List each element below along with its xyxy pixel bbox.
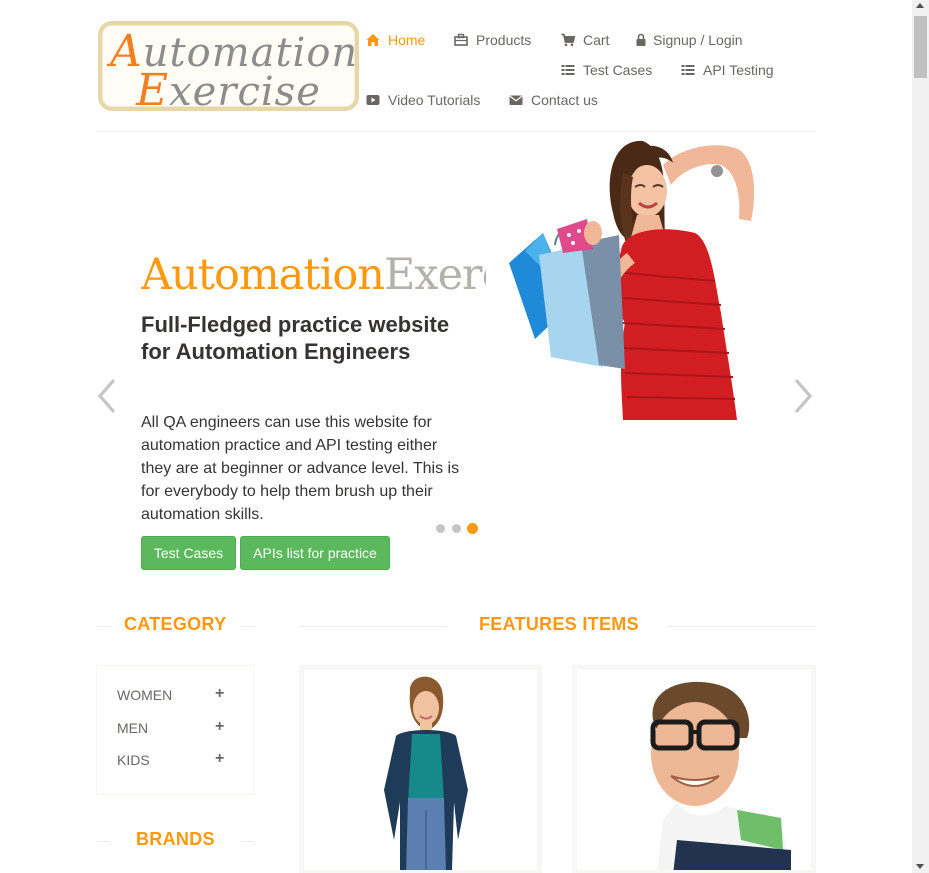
- nav-home[interactable]: Home: [366, 32, 425, 48]
- product-image: [650, 681, 791, 870]
- category-panel: WOMEN + MEN + KIDS +: [96, 665, 254, 795]
- apis-list-button[interactable]: APIs list for practice: [240, 536, 390, 570]
- slider-indicator-3[interactable]: [467, 523, 478, 534]
- category-kids[interactable]: KIDS: [117, 752, 150, 768]
- nav-api-testing[interactable]: API Testing: [681, 62, 774, 78]
- slider-title: AutomationExercise: [141, 250, 486, 300]
- brands-title-line-left: [96, 841, 110, 842]
- cart-icon: [561, 33, 575, 47]
- site-logo[interactable]: Automation Exercise: [98, 21, 359, 116]
- category-title: CATEGORY: [124, 614, 227, 634]
- plus-icon[interactable]: +: [215, 685, 224, 703]
- category-men[interactable]: MEN: [117, 720, 148, 736]
- brands-title-line-right: [240, 841, 254, 842]
- features-title: FEATURES ITEMS: [479, 614, 639, 634]
- slider-indicator-1[interactable]: [436, 524, 445, 533]
- brands-title: BRANDS: [136, 829, 215, 849]
- nav-products-label: Products: [476, 32, 532, 48]
- nav-video-tutorials-label: Video Tutorials: [388, 92, 481, 108]
- test-cases-button[interactable]: Test Cases: [141, 536, 236, 570]
- nav-cart-label: Cart: [583, 32, 610, 48]
- slider-indicator-2[interactable]: [452, 524, 461, 533]
- lock-icon: [636, 33, 646, 46]
- nav-signup-login-label: Signup / Login: [653, 32, 743, 48]
- category-title-line-left: [96, 626, 110, 627]
- slider-description: All QA engineers can use this website fo…: [141, 414, 460, 523]
- product-card: [572, 665, 816, 873]
- list-icon: [681, 65, 695, 75]
- nav-signup-login[interactable]: Signup / Login: [636, 32, 743, 48]
- nav-products[interactable]: Products: [454, 32, 531, 48]
- chevron-left-icon[interactable]: [94, 378, 124, 414]
- logo-line-2: Exercise: [136, 65, 321, 116]
- product-card: [299, 665, 542, 873]
- products-icon: [454, 33, 468, 46]
- nav-cart[interactable]: Cart: [561, 32, 609, 48]
- product-image: [384, 676, 468, 870]
- slider-hero-image: [509, 140, 755, 420]
- features-title-line-left: [299, 626, 447, 627]
- category-women[interactable]: WOMEN: [117, 687, 172, 703]
- plus-icon[interactable]: +: [215, 750, 224, 768]
- plus-icon[interactable]: +: [215, 718, 224, 736]
- slider-heading: Full-Fledged practice website for Automa…: [141, 312, 450, 364]
- nav-contact-us[interactable]: Contact us: [509, 92, 598, 108]
- nav-video-tutorials[interactable]: Video Tutorials: [366, 92, 480, 108]
- envelope-icon: [509, 95, 523, 105]
- nav-home-label: Home: [388, 32, 426, 48]
- header-divider: [96, 131, 816, 132]
- scroll-up-arrow-icon[interactable]: [916, 3, 924, 8]
- category-title-line-right: [240, 626, 254, 627]
- video-icon: [366, 95, 380, 105]
- nav-test-cases[interactable]: Test Cases: [561, 62, 652, 78]
- nav-test-cases-label: Test Cases: [583, 62, 653, 78]
- home-icon: [366, 34, 380, 46]
- page-scrollbar[interactable]: [912, 0, 929, 873]
- nav-contact-us-label: Contact us: [531, 92, 598, 108]
- scroll-thumb[interactable]: [914, 16, 927, 78]
- list-icon: [561, 65, 575, 75]
- features-title-line-right: [667, 626, 816, 627]
- scroll-down-arrow-icon[interactable]: [916, 864, 924, 869]
- nav-api-testing-label: API Testing: [703, 62, 774, 78]
